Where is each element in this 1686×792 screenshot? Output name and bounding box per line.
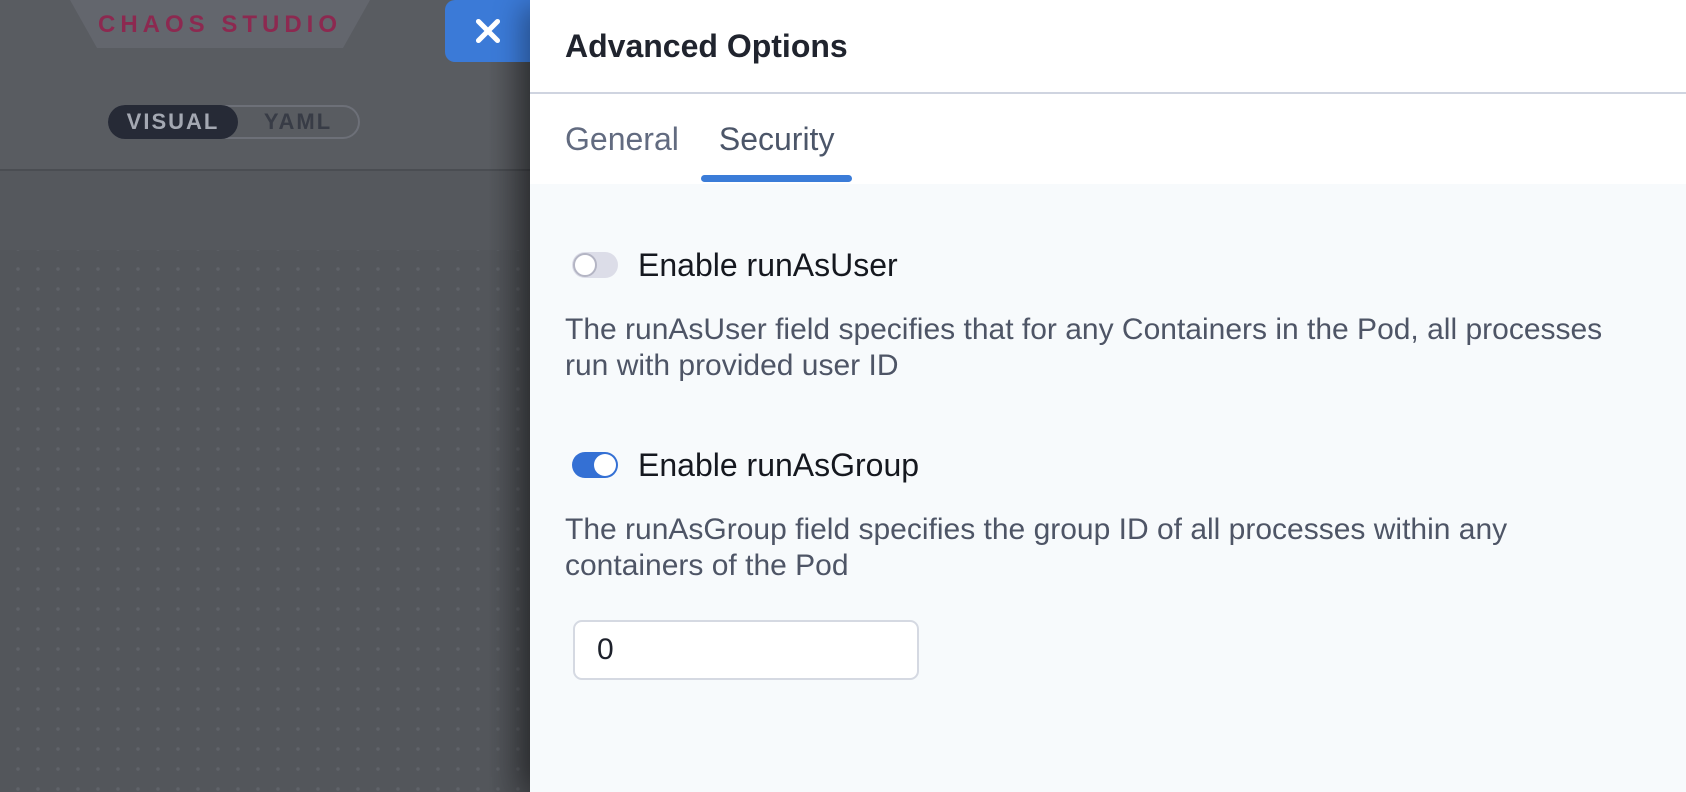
- advanced-options-drawer: Advanced Options General Security Enable…: [530, 0, 1686, 792]
- run-as-group-toggle[interactable]: [572, 452, 618, 478]
- run-as-user-description: The runAsUser field specifies that for a…: [565, 312, 1651, 384]
- yaml-mode-button[interactable]: YAML: [238, 105, 358, 139]
- run-as-group-row: Enable runAsGroup: [572, 451, 1651, 479]
- description-line: containers of the Pod: [565, 548, 1651, 584]
- run-as-user-row: Enable runAsUser: [572, 251, 1651, 279]
- description-line: The runAsGroup field specifies the group…: [565, 512, 1651, 548]
- run-as-group-description: The runAsGroup field specifies the group…: [565, 512, 1651, 584]
- studio-background: CHAOS STUDIO VISUAL YAML: [0, 0, 530, 792]
- drawer-title: Advanced Options: [565, 28, 848, 65]
- visual-yaml-mode-toggle: VISUAL YAML: [108, 105, 360, 139]
- workflow-canvas: [0, 250, 530, 792]
- run-as-group-value-input[interactable]: [573, 620, 919, 680]
- run-as-user-label: Enable runAsUser: [638, 247, 898, 284]
- chaos-studio-screen: CHAOS STUDIO VISUAL YAML Advanced Option…: [0, 0, 1686, 792]
- toggle-knob: [594, 454, 616, 476]
- active-tab-indicator: [701, 175, 853, 182]
- tab-general[interactable]: General: [565, 94, 679, 184]
- run-as-user-toggle[interactable]: [572, 252, 618, 278]
- close-icon: [473, 16, 503, 46]
- tab-general-label: General: [565, 121, 679, 158]
- chaos-studio-logo: CHAOS STUDIO: [70, 0, 370, 48]
- studio-subheader: [0, 171, 530, 250]
- toggle-knob: [573, 253, 597, 277]
- drawer-tab-bar: General Security: [530, 94, 1686, 184]
- security-tab-content: Enable runAsUser The runAsUser field spe…: [530, 251, 1686, 680]
- tab-security[interactable]: Security: [701, 94, 853, 184]
- visual-mode-button[interactable]: VISUAL: [108, 105, 238, 139]
- drawer-header: Advanced Options: [530, 0, 1686, 94]
- description-line: run with provided user ID: [565, 348, 1651, 384]
- chaos-studio-logo-text: CHAOS STUDIO: [98, 9, 342, 39]
- tab-security-label: Security: [719, 121, 835, 158]
- run-as-group-label: Enable runAsGroup: [638, 447, 919, 484]
- description-line: The runAsUser field specifies that for a…: [565, 312, 1651, 348]
- drawer-close-button[interactable]: [445, 0, 530, 62]
- studio-toolbar: VISUAL YAML: [0, 57, 530, 171]
